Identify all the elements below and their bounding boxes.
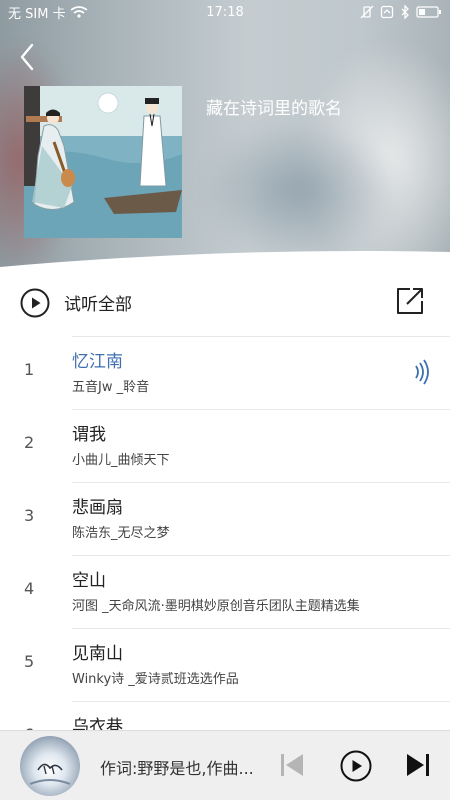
- song-list: 1 忆江南 五音Jw _聆音 2 谓我 小曲儿_曲倾天下 3 悲画扇 陈浩东_无…: [0, 336, 450, 774]
- vibrate-off-icon: [360, 5, 374, 19]
- song-row[interactable]: 3 悲画扇 陈浩东_无尽之梦: [0, 482, 450, 555]
- song-index: 4: [24, 579, 35, 598]
- play-icon[interactable]: [340, 750, 372, 782]
- song-index: 2: [24, 433, 35, 452]
- share-icon[interactable]: [395, 286, 425, 316]
- now-playing-wave-icon: [415, 359, 429, 385]
- play-circle-icon[interactable]: [20, 288, 50, 318]
- wifi-icon: [70, 6, 88, 18]
- bluetooth-icon: [401, 5, 409, 19]
- header-curve: [0, 251, 450, 282]
- song-index: 1: [24, 360, 35, 379]
- cover-illustration: [24, 86, 182, 238]
- sync-icon: [380, 5, 394, 19]
- song-row[interactable]: 5 见南山 Winky诗 _爱诗贰班选选作品: [0, 628, 450, 701]
- song-index: 5: [24, 652, 35, 671]
- playlist-cover: [24, 86, 182, 238]
- song-title[interactable]: 悲画扇: [72, 493, 123, 518]
- now-playing-text[interactable]: 作词:野野是也,作曲...: [100, 755, 265, 779]
- song-artist-album: 小曲儿_曲倾天下: [72, 453, 170, 468]
- chevron-left-icon: [20, 43, 34, 71]
- song-row[interactable]: 1 忆江南 五音Jw _聆音: [0, 336, 450, 409]
- song-row[interactable]: 4 空山 河图 _天命风流·墨明棋妙原创音乐团队主题精选集: [0, 555, 450, 628]
- song-title[interactable]: 谓我: [72, 420, 106, 445]
- play-all-row[interactable]: 试听全部: [0, 282, 450, 338]
- battery-icon: [416, 6, 441, 18]
- carrier-text: 无 SIM 卡: [8, 6, 66, 22]
- play-all-label[interactable]: 试听全部: [64, 290, 132, 315]
- song-artist-album: 五音Jw _聆音: [72, 380, 150, 395]
- album-disc[interactable]: [20, 736, 80, 796]
- status-bar: 无 SIM 卡 17:18: [0, 0, 450, 24]
- song-row[interactable]: 2 谓我 小曲儿_曲倾天下: [0, 409, 450, 482]
- song-title[interactable]: 忆江南: [72, 347, 123, 372]
- song-artist-album: 河图 _天命风流·墨明棋妙原创音乐团队主题精选集: [72, 599, 360, 614]
- song-index: 3: [24, 506, 35, 525]
- song-title[interactable]: 见南山: [72, 639, 123, 664]
- song-artist-album: Winky诗 _爱诗贰班选选作品: [72, 672, 239, 687]
- back-button[interactable]: [12, 40, 42, 74]
- mini-player[interactable]: 作词:野野是也,作曲...: [0, 730, 450, 800]
- playlist-title: 藏在诗词里的歌名: [206, 99, 342, 119]
- album-art: [29, 763, 71, 785]
- song-title[interactable]: 空山: [72, 566, 106, 591]
- next-track-icon[interactable]: [406, 753, 430, 777]
- song-artist-album: 陈浩东_无尽之梦: [72, 526, 170, 541]
- previous-track-icon[interactable]: [280, 753, 304, 777]
